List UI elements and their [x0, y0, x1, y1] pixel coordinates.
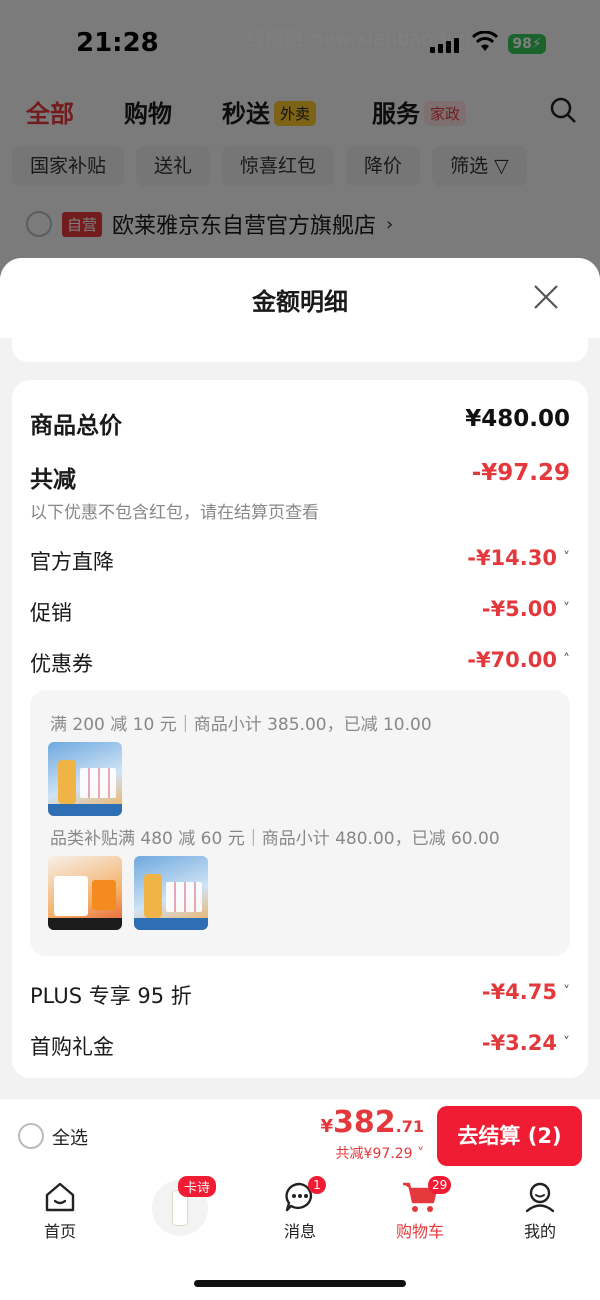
chevron-down-icon: ˅	[563, 984, 570, 1000]
price-integer: 382	[333, 1105, 396, 1140]
price-decimal: .71	[395, 1117, 424, 1136]
row-total-reduce: 共减 -¥97.29 以下优惠不包含红包，请在结算页查看	[30, 460, 570, 523]
tab-messages[interactable]: 1 消息	[250, 1176, 350, 1260]
close-icon[interactable]	[531, 282, 561, 312]
product-thumbnail[interactable]	[48, 742, 122, 816]
select-all-label[interactable]: 全选	[52, 1124, 88, 1150]
total-discount-toggle[interactable]: 共减¥97.29 ˅	[336, 1143, 424, 1163]
total-price-value: ¥480.00	[465, 406, 570, 432]
row-first-purchase-gift[interactable]: 首购礼金 -¥3.24 ˅	[30, 1031, 570, 1061]
chevron-down-icon: ˅	[563, 550, 570, 566]
tab-profile-label: 我的	[523, 1222, 556, 1241]
tab-home[interactable]: 首页	[10, 1180, 110, 1260]
reduce-value: -¥97.29	[471, 460, 570, 486]
first-purchase-value: -¥3.24 ˅	[481, 1031, 570, 1055]
messages-badge: 1	[308, 1176, 326, 1194]
price-currency: ¥	[320, 1116, 334, 1137]
coupon-line-2: 品类补贴满 480 减 60 元｜商品小计 480.00，已减 60.00	[50, 829, 500, 849]
select-all-radio[interactable]	[18, 1123, 44, 1149]
amount-detail-sheet: 金额明细 商品总价 ¥480.00 共减 -¥97.29 以下优惠不包含红包，请…	[0, 258, 600, 1098]
row-promotion[interactable]: 促销 -¥5.00 ˅	[30, 597, 570, 627]
amount-detail-card: 商品总价 ¥480.00 共减 -¥97.29 以下优惠不包含红包，请在结算页查…	[12, 380, 588, 1078]
row-coupon[interactable]: 优惠券 -¥70.00 ˄	[30, 648, 570, 678]
collapsed-section	[12, 330, 588, 362]
plus-discount-value: -¥4.75 ˅	[481, 980, 570, 1004]
row-official-discount[interactable]: 官方直降 -¥14.30 ˅	[30, 546, 570, 576]
tab-cart-label: 购物车	[395, 1222, 444, 1241]
coupon-detail-box: 满 200 减 10 元｜商品小计 385.00，已减 10.00 品类补贴满 …	[30, 690, 570, 956]
checkout-button[interactable]: 去结算 (2)	[437, 1106, 582, 1166]
tab-messages-label: 消息	[283, 1222, 316, 1241]
chevron-up-icon: ˄	[563, 652, 570, 668]
coupon-line-1: 满 200 减 10 元｜商品小计 385.00，已减 10.00	[50, 715, 432, 735]
chevron-down-icon: ˅	[563, 1035, 570, 1051]
sheet-header: 金额明细	[0, 258, 600, 338]
checkout-bar: 全选 ¥382.71 共减¥97.29 ˅ 去结算 (2)	[0, 1098, 600, 1172]
official-discount-value: -¥14.30 ˅	[467, 546, 570, 570]
promotion-value: -¥5.00 ˅	[481, 597, 570, 621]
chevron-down-icon: ˅	[417, 1146, 424, 1162]
reduce-note: 以下优惠不包含红包，请在结算页查看	[30, 503, 319, 523]
home-icon	[45, 1182, 75, 1212]
coupon-value: -¥70.00 ˄	[467, 648, 570, 672]
product-thumbnail[interactable]	[48, 856, 122, 930]
tab-cart[interactable]: 29 购物车	[370, 1176, 470, 1260]
promo-brand-tag: 卡诗	[178, 1176, 217, 1197]
profile-icon	[525, 1182, 555, 1213]
product-thumbnail[interactable]	[134, 856, 208, 930]
row-total-price: 商品总价 ¥480.00	[30, 406, 570, 440]
sheet-title: 金额明细	[252, 288, 348, 316]
row-plus-discount[interactable]: PLUS 专享 95 折 -¥4.75 ˅	[30, 980, 570, 1010]
home-indicator	[194, 1280, 406, 1287]
cart-badge: 29	[428, 1176, 452, 1194]
chevron-down-icon: ˅	[563, 601, 570, 617]
cart-total-price: ¥382.71	[321, 1105, 425, 1140]
tab-profile[interactable]: 我的	[490, 1180, 590, 1260]
tab-home-label: 首页	[43, 1222, 76, 1241]
